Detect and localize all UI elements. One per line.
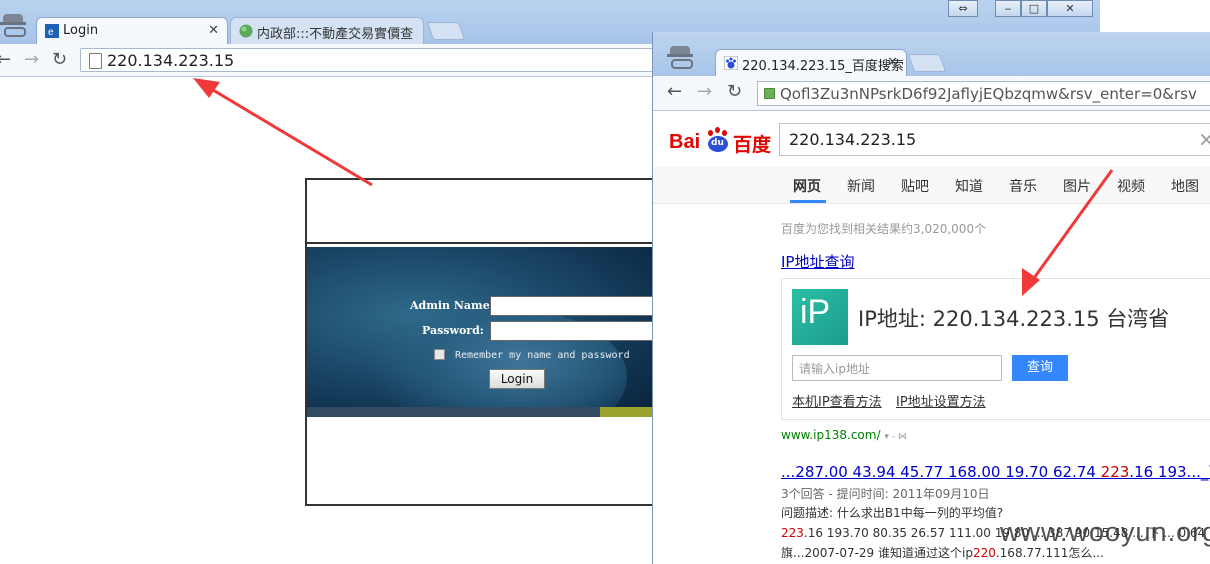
incognito-icon — [0, 14, 28, 38]
ip-lookup-link[interactable]: IP地址查询 — [781, 251, 854, 272]
result-site-url[interactable]: www.ip138.com/ ▾ - ⋈ — [781, 428, 907, 442]
ip-input[interactable]: 请输入ip地址 — [792, 355, 1002, 381]
query-button[interactable]: 查询 — [1012, 355, 1068, 381]
address-bar[interactable]: Qofl3Zu3nNPsrkD6f92JaflyjEQbzqmw&rsv_ent… — [757, 81, 1210, 106]
logo-text-bai: Bai — [669, 131, 701, 153]
admin-name-input[interactable] — [490, 296, 663, 316]
result-count: 百度为您找到相关结果约3,020,000个 — [781, 222, 987, 236]
right-tabstrip: 220.134.223.15_百度搜索 ✕ — [653, 32, 1210, 76]
divider — [307, 242, 663, 244]
nav-video[interactable]: 视频 — [1117, 176, 1145, 196]
incognito-icon — [667, 46, 695, 70]
baidu-nav-tabs: 网页 新闻 贴吧 知道 音乐 图片 视频 地图 — [653, 167, 1210, 204]
baidu-logo[interactable]: Bai du 百度 — [669, 127, 775, 156]
minimize-button[interactable]: ‒ — [995, 0, 1021, 17]
right-toolbar: ← → ↻ Qofl3Zu3nNPsrkD6f92JaflyjEQbzqmw&r… — [653, 76, 1210, 111]
local-ip-link[interactable]: 本机IP查看方法 — [792, 391, 882, 410]
nav-map[interactable]: 地图 — [1171, 176, 1199, 196]
active-tab-underline — [790, 200, 826, 203]
password-label: Password: — [422, 324, 484, 337]
restore-side-icon[interactable]: ⇔ — [948, 0, 978, 17]
baidu-paw-icon — [724, 56, 738, 70]
forward-icon[interactable]: → — [697, 81, 712, 102]
site-options-icon[interactable]: ▾ - ⋈ — [884, 432, 907, 442]
admin-name-label: Admin Name: — [410, 299, 494, 312]
password-input[interactable] — [490, 321, 663, 341]
tab-title: 220.134.223.15_百度搜索 — [742, 59, 904, 74]
close-tab-icon[interactable]: ✕ — [887, 55, 898, 70]
logo-text-cn: 百度 — [733, 134, 772, 156]
nav-tieba[interactable]: 贴吧 — [901, 176, 929, 196]
result2-meta: 3个回答 - 提问时间: 2011年09月10日 — [781, 487, 990, 501]
address-url: Qofl3Zu3nNPsrkD6f92JaflyjEQbzqmw&rsv_ent… — [780, 85, 1197, 103]
address-url: 220.134.223.15 — [107, 51, 235, 70]
new-tab-button[interactable] — [426, 22, 466, 40]
result2-desc: 问题描述: 什么求出B1中每一列的平均值? — [781, 506, 1004, 520]
nav-music[interactable]: 音乐 — [1009, 176, 1037, 196]
baidu-header: Bai du 百度 220.134.223.15 × — [653, 111, 1210, 167]
watermark: www.wooyun.org — [1000, 517, 1210, 547]
ip-badge-icon: iP — [792, 289, 848, 345]
globe-icon — [239, 24, 253, 38]
ip-lookup-card: iP IP地址: 220.134.223.15 台湾省 请输入ip地址 查询 本… — [781, 278, 1210, 420]
tab-title: Login — [63, 23, 99, 38]
tab-real-estate[interactable]: 内政部:::不動產交易實價查 — [230, 17, 424, 44]
nav-zhidao[interactable]: 知道 — [955, 176, 983, 196]
banner-accent-bar — [600, 407, 660, 417]
page-icon — [89, 53, 102, 69]
nav-images[interactable]: 图片 — [1063, 176, 1091, 196]
clear-icon[interactable]: × — [1198, 127, 1210, 151]
left-page-content: Admin Name: Password: Remember my name a… — [0, 77, 665, 564]
back-icon[interactable]: ← — [667, 81, 682, 102]
remember-checkbox[interactable] — [434, 349, 445, 360]
close-tab-icon[interactable]: ✕ — [208, 23, 219, 38]
back-icon[interactable]: ← — [0, 49, 11, 70]
tab-title: 内政部:::不動產交易實價查 — [257, 27, 414, 42]
search-query: 220.134.223.15 — [789, 130, 917, 149]
lock-icon — [764, 88, 775, 99]
login-panel: Admin Name: Password: Remember my name a… — [305, 178, 665, 506]
address-bar[interactable]: 220.134.223.15 — [80, 48, 700, 72]
maximize-button[interactable]: □ — [1021, 0, 1047, 17]
tab-login[interactable]: e Login ✕ — [36, 17, 228, 44]
forward-icon[interactable]: → — [24, 49, 39, 70]
ie-page-icon: e — [45, 24, 59, 38]
tab-baidu-search[interactable]: 220.134.223.15_百度搜索 ✕ — [715, 49, 907, 76]
baidu-search-input[interactable]: 220.134.223.15 × — [779, 123, 1210, 156]
logo-text-du: du — [711, 138, 724, 148]
right-browser-window: 220.134.223.15_百度搜索 ✕ ← → ↻ Qofl3Zu3nNPs… — [652, 32, 1210, 564]
svg-text:e: e — [48, 27, 54, 38]
remember-label: Remember my name and password — [455, 350, 630, 361]
window-controls-right: ‒ □ ✕ — [995, 0, 1093, 18]
result2-title[interactable]: ...287.00 43.94 45.77 168.00 19.70 62.74… — [781, 461, 1210, 482]
baidu-paw-logo-icon: du — [707, 127, 729, 153]
login-button[interactable]: Login — [489, 369, 545, 389]
login-banner: Admin Name: Password: Remember my name a… — [307, 247, 663, 417]
nav-web[interactable]: 网页 — [793, 176, 821, 196]
window-controls: ⇔ — [948, 0, 978, 18]
close-window-button[interactable]: ✕ — [1047, 0, 1093, 17]
new-tab-button[interactable] — [907, 54, 947, 72]
reload-icon[interactable]: ↻ — [727, 81, 742, 102]
reload-icon[interactable]: ↻ — [52, 49, 67, 70]
ip-settings-link[interactable]: IP地址设置方法 — [896, 391, 986, 410]
nav-news[interactable]: 新闻 — [847, 176, 875, 196]
ip-result-text: IP地址: 220.134.223.15 台湾省 — [858, 307, 1170, 331]
